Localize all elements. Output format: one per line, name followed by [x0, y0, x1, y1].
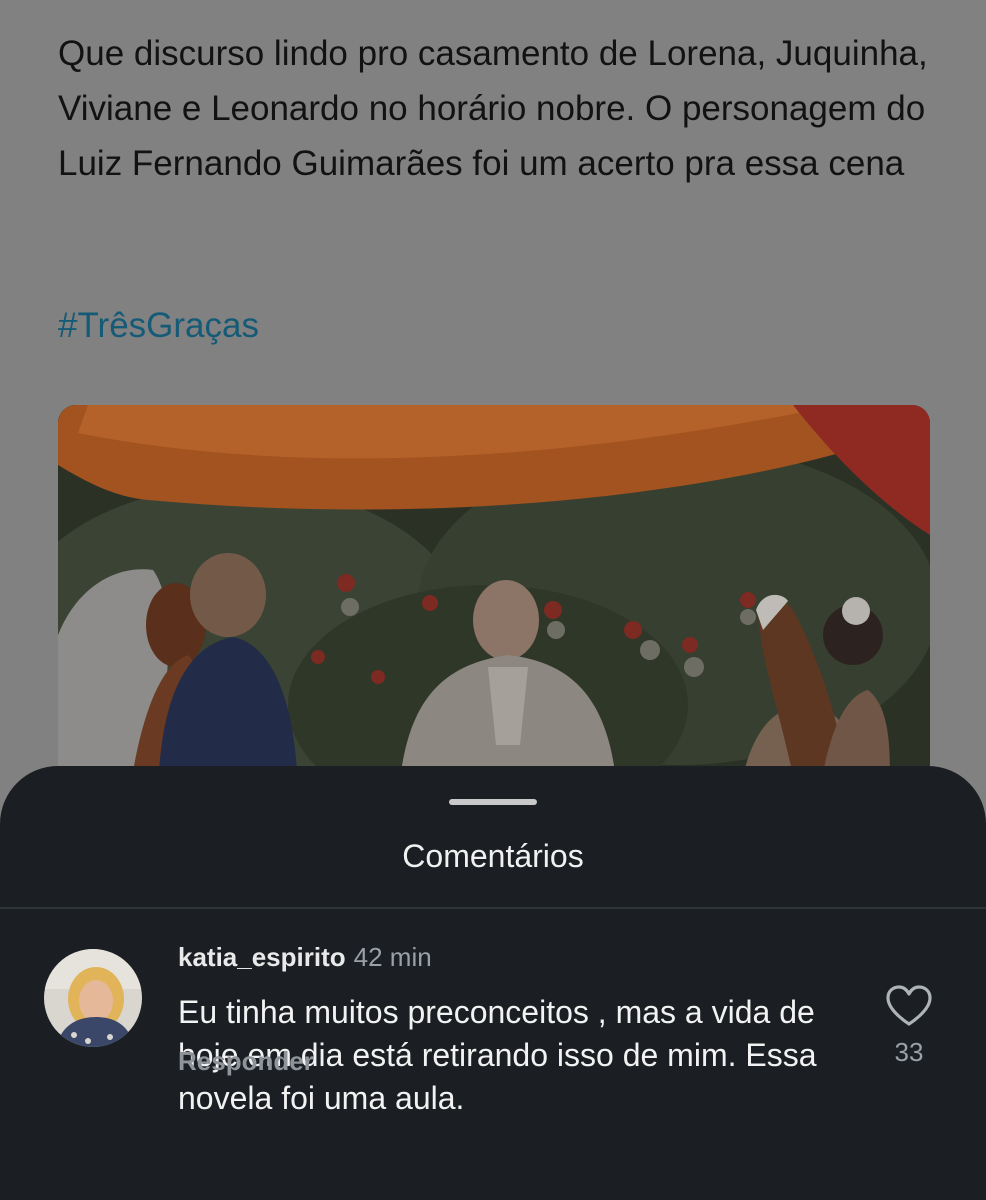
- sheet-title: Comentários: [402, 838, 584, 874]
- user-avatar-image: [44, 949, 142, 1047]
- post-text: Que discurso lindo pro casamento de Lore…: [58, 34, 928, 183]
- sheet-drag-handle[interactable]: [449, 799, 537, 805]
- comment-item: katia_espirito 42 min Eu tinha muitos pre…: [0, 909, 986, 1200]
- comments-sheet: Comentários katia_espirito 42 min Eu tinh…: [0, 766, 986, 1200]
- wedding-scene-image: [58, 405, 930, 805]
- comment-timestamp: 42 min: [353, 942, 432, 972]
- heart-outline-icon[interactable]: [884, 984, 934, 1028]
- post-hashtag-link[interactable]: #TrêsGraças: [58, 298, 259, 353]
- avatar[interactable]: [44, 949, 142, 1047]
- comment-username[interactable]: katia_espirito: [178, 942, 346, 972]
- like-count: 33: [894, 1037, 924, 1067]
- reply-button[interactable]: Responder: [178, 1046, 314, 1077]
- comment-meta: katia_espirito 42 min: [178, 942, 432, 973]
- post-video-thumbnail[interactable]: [58, 405, 930, 805]
